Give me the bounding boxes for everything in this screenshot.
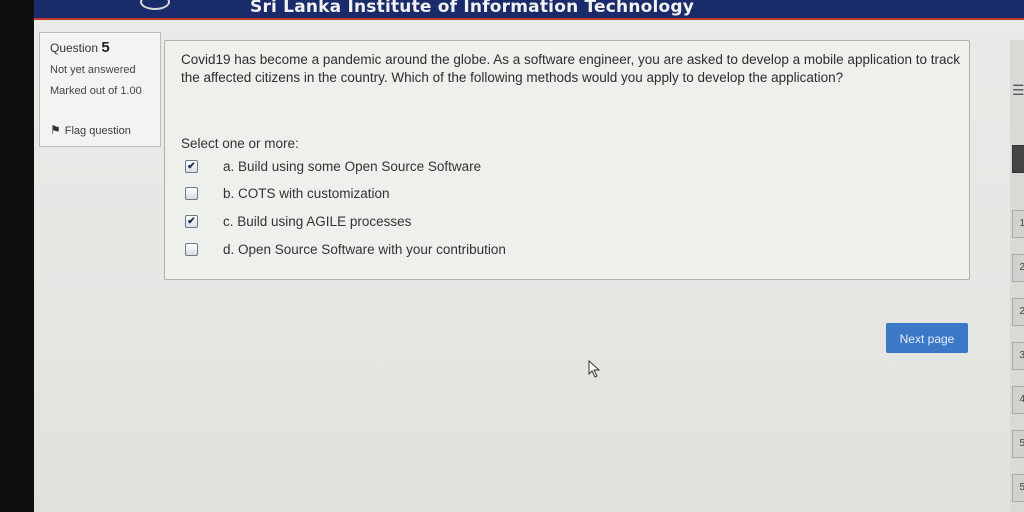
next-page-button[interactable]: Next page [886,323,968,353]
question-marks: Marked out of 1.00 [50,85,142,97]
screen-bezel [0,0,34,512]
site-title: Sri Lanka Institute of Information Techn… [250,0,695,17]
option-b-label[interactable]: b. COTS with customization [223,186,390,201]
question-box: Covid19 has become a pandemic around the… [164,40,970,280]
logo-icon [140,0,170,10]
nav-block-6[interactable]: 5 [1012,430,1024,458]
answer-prompt: Select one or more: [181,136,299,151]
nav-block-current[interactable] [1012,145,1024,173]
nav-block-1[interactable]: 1 [1012,210,1024,238]
question-text: Covid19 has become a pandemic around the… [181,52,960,85]
nav-block-5[interactable]: 4 [1012,386,1024,414]
option-c-label[interactable]: c. Build using AGILE processes [223,214,411,229]
site-header: Sri Lanka Institute of Information Techn… [34,0,1024,20]
nav-block-4[interactable]: 3 [1012,342,1024,370]
question-label: Question [50,41,99,55]
browser-screen: Sri Lanka Institute of Information Techn… [34,0,1024,512]
flag-question-label: Flag question [64,125,131,137]
nav-block-2[interactable]: 2 [1012,254,1024,282]
option-a-label[interactable]: a. Build using some Open Source Software [223,159,481,174]
checkbox-d[interactable] [185,243,198,256]
option-d-label[interactable]: d. Open Source Software with your contri… [223,242,506,257]
nav-block-3[interactable]: 2 [1012,298,1024,326]
flag-question-link[interactable]: ⚑ Flag question [50,123,131,137]
hamburger-icon[interactable]: ☰ [1012,82,1024,99]
checkbox-b[interactable] [185,187,198,200]
mouse-cursor-icon [588,360,601,378]
question-state: Not yet answered [50,64,136,76]
question-info-panel: Question 5 Not yet answered Marked out o… [39,32,161,147]
flag-icon: ⚑ [50,123,61,137]
checkbox-a[interactable]: ✔ [185,160,198,173]
question-number: Question 5 [50,39,110,56]
question-number-value: 5 [101,39,110,56]
checkbox-c[interactable]: ✔ [185,215,198,228]
nav-block-7[interactable]: 5 [1012,474,1024,502]
